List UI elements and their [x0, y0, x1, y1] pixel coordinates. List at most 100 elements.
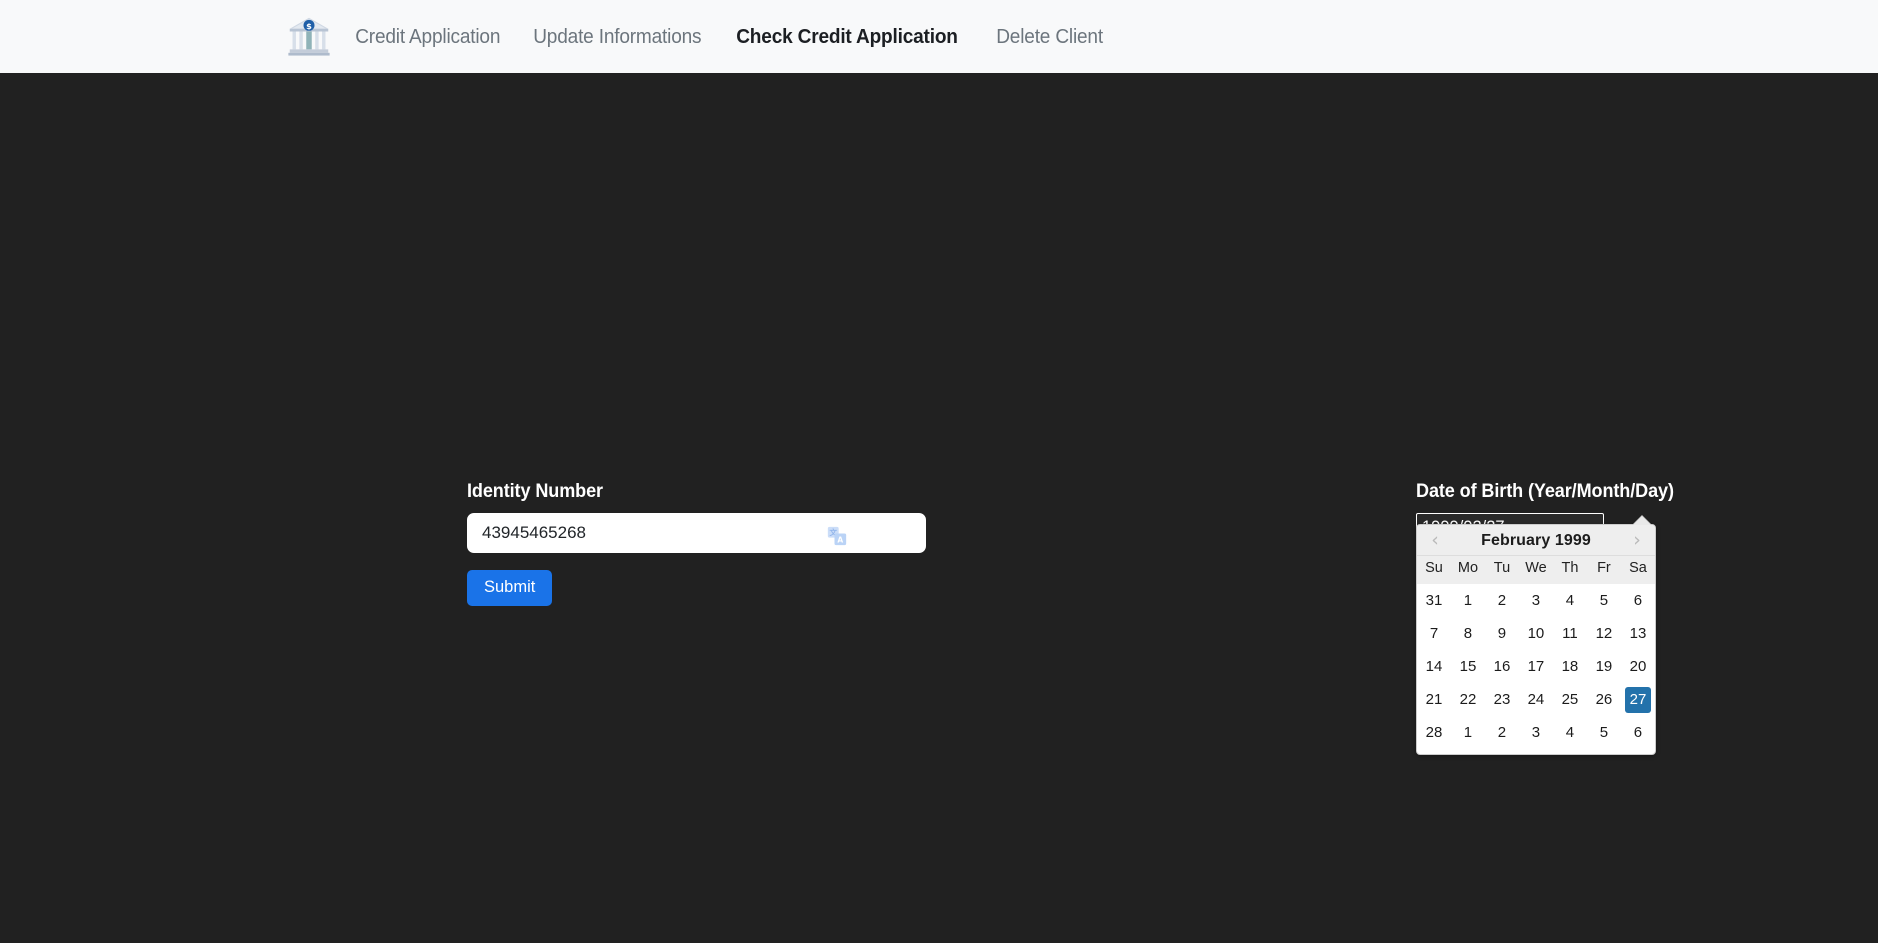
day-label: 22: [1459, 691, 1477, 708]
day-label: 13: [1629, 625, 1647, 642]
day-cell[interactable]: 3: [1519, 716, 1553, 749]
page-body: Identity Number 文 A Submit Date of Birth…: [0, 73, 1878, 943]
day-label: 12: [1595, 625, 1613, 642]
day-cell[interactable]: 3: [1519, 584, 1553, 617]
datepicker-week-row: 21 22 23 24 25 26 27: [1417, 683, 1655, 716]
day-cell[interactable]: 1: [1451, 716, 1485, 749]
day-cell[interactable]: 2: [1485, 584, 1519, 617]
bank-building-icon[interactable]: $: [287, 15, 331, 59]
day-cell[interactable]: 5: [1587, 584, 1621, 617]
day-label: 23: [1493, 691, 1511, 708]
day-label: 16: [1493, 658, 1511, 675]
nav-link-update-informations[interactable]: Update Informations: [523, 25, 712, 49]
day-label: 9: [1497, 625, 1507, 642]
day-label: 3: [1531, 724, 1541, 741]
day-label: 17: [1527, 658, 1545, 675]
day-cell[interactable]: 19: [1587, 650, 1621, 683]
weekday-su: Su: [1417, 556, 1451, 584]
day-label: 19: [1595, 658, 1613, 675]
day-label: 11: [1562, 625, 1578, 642]
day-cell[interactable]: 25: [1553, 683, 1587, 716]
nav-link-check-credit-application[interactable]: Check Credit Application: [726, 25, 968, 49]
day-label: 5: [1599, 592, 1609, 609]
day-cell[interactable]: 5: [1587, 716, 1621, 749]
chevron-left-icon[interactable]: ‹: [1427, 531, 1443, 550]
day-cell[interactable]: 22: [1451, 683, 1485, 716]
nav-link-delete-client[interactable]: Delete Client: [986, 25, 1113, 49]
weekday-tu: Tu: [1484, 556, 1519, 584]
day-cell[interactable]: 26: [1587, 683, 1621, 716]
datepicker-weekday-row: Su Mo Tu We Th Fr Sa: [1417, 556, 1655, 584]
datepicker-week-row: 7 8 9 10 11 12 13: [1417, 617, 1655, 650]
weekday-fr: Fr: [1586, 556, 1621, 584]
nav-links: Credit Application Update Informations C…: [345, 25, 1123, 49]
credit-check-form: Identity Number 文 A Submit Date of Birth…: [467, 481, 1674, 755]
day-cell[interactable]: 31: [1417, 584, 1451, 617]
day-label: 1: [1463, 724, 1473, 741]
day-label: 4: [1565, 592, 1575, 609]
day-label: 2: [1497, 724, 1507, 741]
day-cell[interactable]: 20: [1621, 650, 1655, 683]
day-cell[interactable]: 21: [1417, 683, 1451, 716]
datepicker-popup[interactable]: ‹ February 1999 › Su Mo Tu We Th Fr Sa 3…: [1416, 516, 1656, 755]
day-cell[interactable]: 4: [1553, 584, 1587, 617]
day-cell[interactable]: 17: [1519, 650, 1553, 683]
day-label: 6: [1633, 724, 1643, 741]
day-label: 24: [1527, 691, 1545, 708]
weekday-th: Th: [1552, 556, 1587, 584]
day-cell[interactable]: 23: [1485, 683, 1519, 716]
day-cell[interactable]: 9: [1485, 617, 1519, 650]
day-label: 14: [1425, 658, 1443, 675]
identity-number-input[interactable]: [467, 513, 926, 553]
day-label: 3: [1531, 592, 1541, 609]
date-of-birth-label: Date of Birth (Year/Month/Day): [1416, 481, 1674, 502]
weekday-mo: Mo: [1450, 556, 1485, 584]
chevron-right-icon[interactable]: ›: [1629, 531, 1645, 550]
identity-number-field-group: Identity Number 文 A Submit: [467, 481, 926, 606]
identity-number-label: Identity Number: [467, 481, 603, 502]
nav-link-credit-application[interactable]: Credit Application: [345, 25, 510, 49]
day-cell[interactable]: 24: [1519, 683, 1553, 716]
day-label: 31: [1425, 592, 1443, 609]
day-label: 6: [1633, 592, 1643, 609]
day-cell[interactable]: 12: [1587, 617, 1621, 650]
submit-button[interactable]: Submit: [467, 570, 553, 606]
day-cell[interactable]: 28: [1417, 716, 1451, 749]
datepicker-week-row: 14 15 16 17 18 19 20: [1417, 650, 1655, 683]
day-label: 25: [1561, 691, 1579, 708]
day-label: 28: [1425, 724, 1443, 741]
day-label: 26: [1595, 691, 1613, 708]
day-cell[interactable]: 2: [1485, 716, 1519, 749]
day-cell[interactable]: 14: [1417, 650, 1451, 683]
day-cell[interactable]: 15: [1451, 650, 1485, 683]
day-label: 4: [1565, 724, 1575, 741]
day-cell[interactable]: 18: [1553, 650, 1587, 683]
day-cell[interactable]: 6: [1621, 584, 1655, 617]
day-cell-selected[interactable]: 27: [1621, 683, 1655, 716]
day-cell[interactable]: 6: [1621, 716, 1655, 749]
datepicker-grid: Su Mo Tu We Th Fr Sa 31 1 2 3 4 5 6 7 8 …: [1417, 556, 1655, 749]
day-cell[interactable]: 11: [1553, 617, 1587, 650]
day-cell[interactable]: 1: [1451, 584, 1485, 617]
datepicker-week-row: 31 1 2 3 4 5 6: [1417, 584, 1655, 617]
day-label: 21: [1425, 691, 1443, 708]
day-label: 8: [1463, 625, 1473, 642]
day-label: 5: [1599, 724, 1609, 741]
datepicker-caret-icon: [1633, 516, 1651, 525]
day-cell[interactable]: 13: [1621, 617, 1655, 650]
datepicker-header: ‹ February 1999 ›: [1417, 525, 1655, 556]
svg-text:$: $: [306, 20, 312, 30]
datepicker-week-row: 28 1 2 3 4 5 6: [1417, 716, 1655, 749]
day-cell[interactable]: 8: [1451, 617, 1485, 650]
date-of-birth-field-group: Date of Birth (Year/Month/Day) ‹ Februar…: [1416, 481, 1674, 755]
day-label: 20: [1629, 658, 1647, 675]
datepicker-title: February 1999: [1481, 531, 1591, 549]
day-cell[interactable]: 7: [1417, 617, 1451, 650]
weekday-sa: Sa: [1620, 556, 1655, 584]
day-cell[interactable]: 10: [1519, 617, 1553, 650]
day-label: 15: [1459, 658, 1477, 675]
datepicker-days-body: 31 1 2 3 4 5 6 7 8 9 10 11 12 13 14 15 1…: [1417, 584, 1655, 749]
day-cell[interactable]: 16: [1485, 650, 1519, 683]
day-cell[interactable]: 4: [1553, 716, 1587, 749]
weekday-we: We: [1518, 556, 1553, 584]
